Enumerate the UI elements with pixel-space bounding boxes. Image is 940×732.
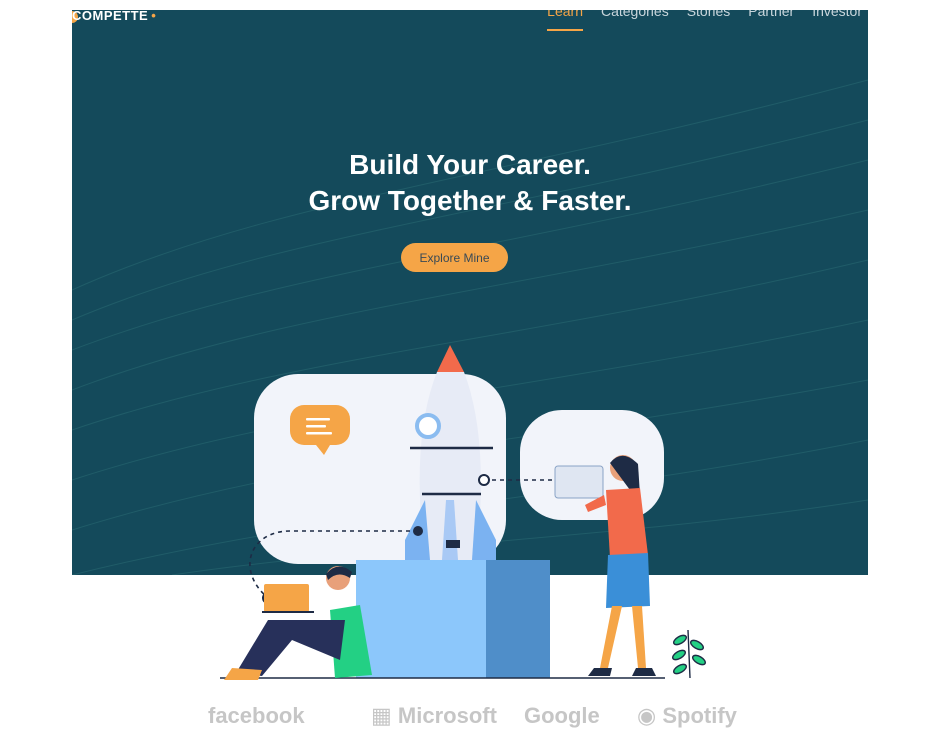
facebook-logo: facebook bbox=[208, 703, 305, 728]
nav-item-partner[interactable]: Partner bbox=[748, 10, 794, 31]
partner-logos: facebook ▦ Microsoft Google ◉ Spotify bbox=[0, 703, 940, 732]
logo-text: COMPETTE bbox=[72, 10, 149, 23]
microsoft-logo-text: Microsoft bbox=[397, 703, 497, 728]
microsoft-icon: ▦ bbox=[371, 703, 392, 728]
spotify-logo-text: Spotify bbox=[662, 703, 737, 728]
logo[interactable]: COMPETTE • bbox=[72, 10, 156, 23]
hero-section: COMPETTE • Learn Categories Stories Partn… bbox=[72, 10, 868, 575]
logo-dot-icon: • bbox=[151, 10, 157, 23]
spotify-logo: ◉ Spotify bbox=[637, 703, 737, 729]
google-logo: Google bbox=[524, 703, 600, 728]
box-side bbox=[486, 560, 550, 678]
nav-item-learn[interactable]: Learn bbox=[547, 10, 583, 31]
box-front bbox=[356, 560, 486, 678]
hero-title-line2: Grow Together & Faster. bbox=[308, 185, 632, 216]
nav-item-investor[interactable]: Investor bbox=[812, 10, 862, 31]
nav-item-stories[interactable]: Stories bbox=[687, 10, 731, 31]
background-waves bbox=[72, 79, 868, 575]
microsoft-logo: ▦ Microsoft bbox=[371, 703, 497, 729]
plant-icon bbox=[671, 629, 707, 679]
sitting-man-figure bbox=[224, 566, 372, 680]
spotify-icon: ◉ bbox=[637, 703, 657, 728]
nav-item-categories[interactable]: Categories bbox=[601, 10, 669, 31]
main-nav: Learn Categories Stories Partner Investo… bbox=[547, 10, 862, 31]
explore-mine-button[interactable]: Explore Mine bbox=[401, 243, 508, 272]
hero-title-line1: Build Your Career. bbox=[349, 149, 591, 180]
